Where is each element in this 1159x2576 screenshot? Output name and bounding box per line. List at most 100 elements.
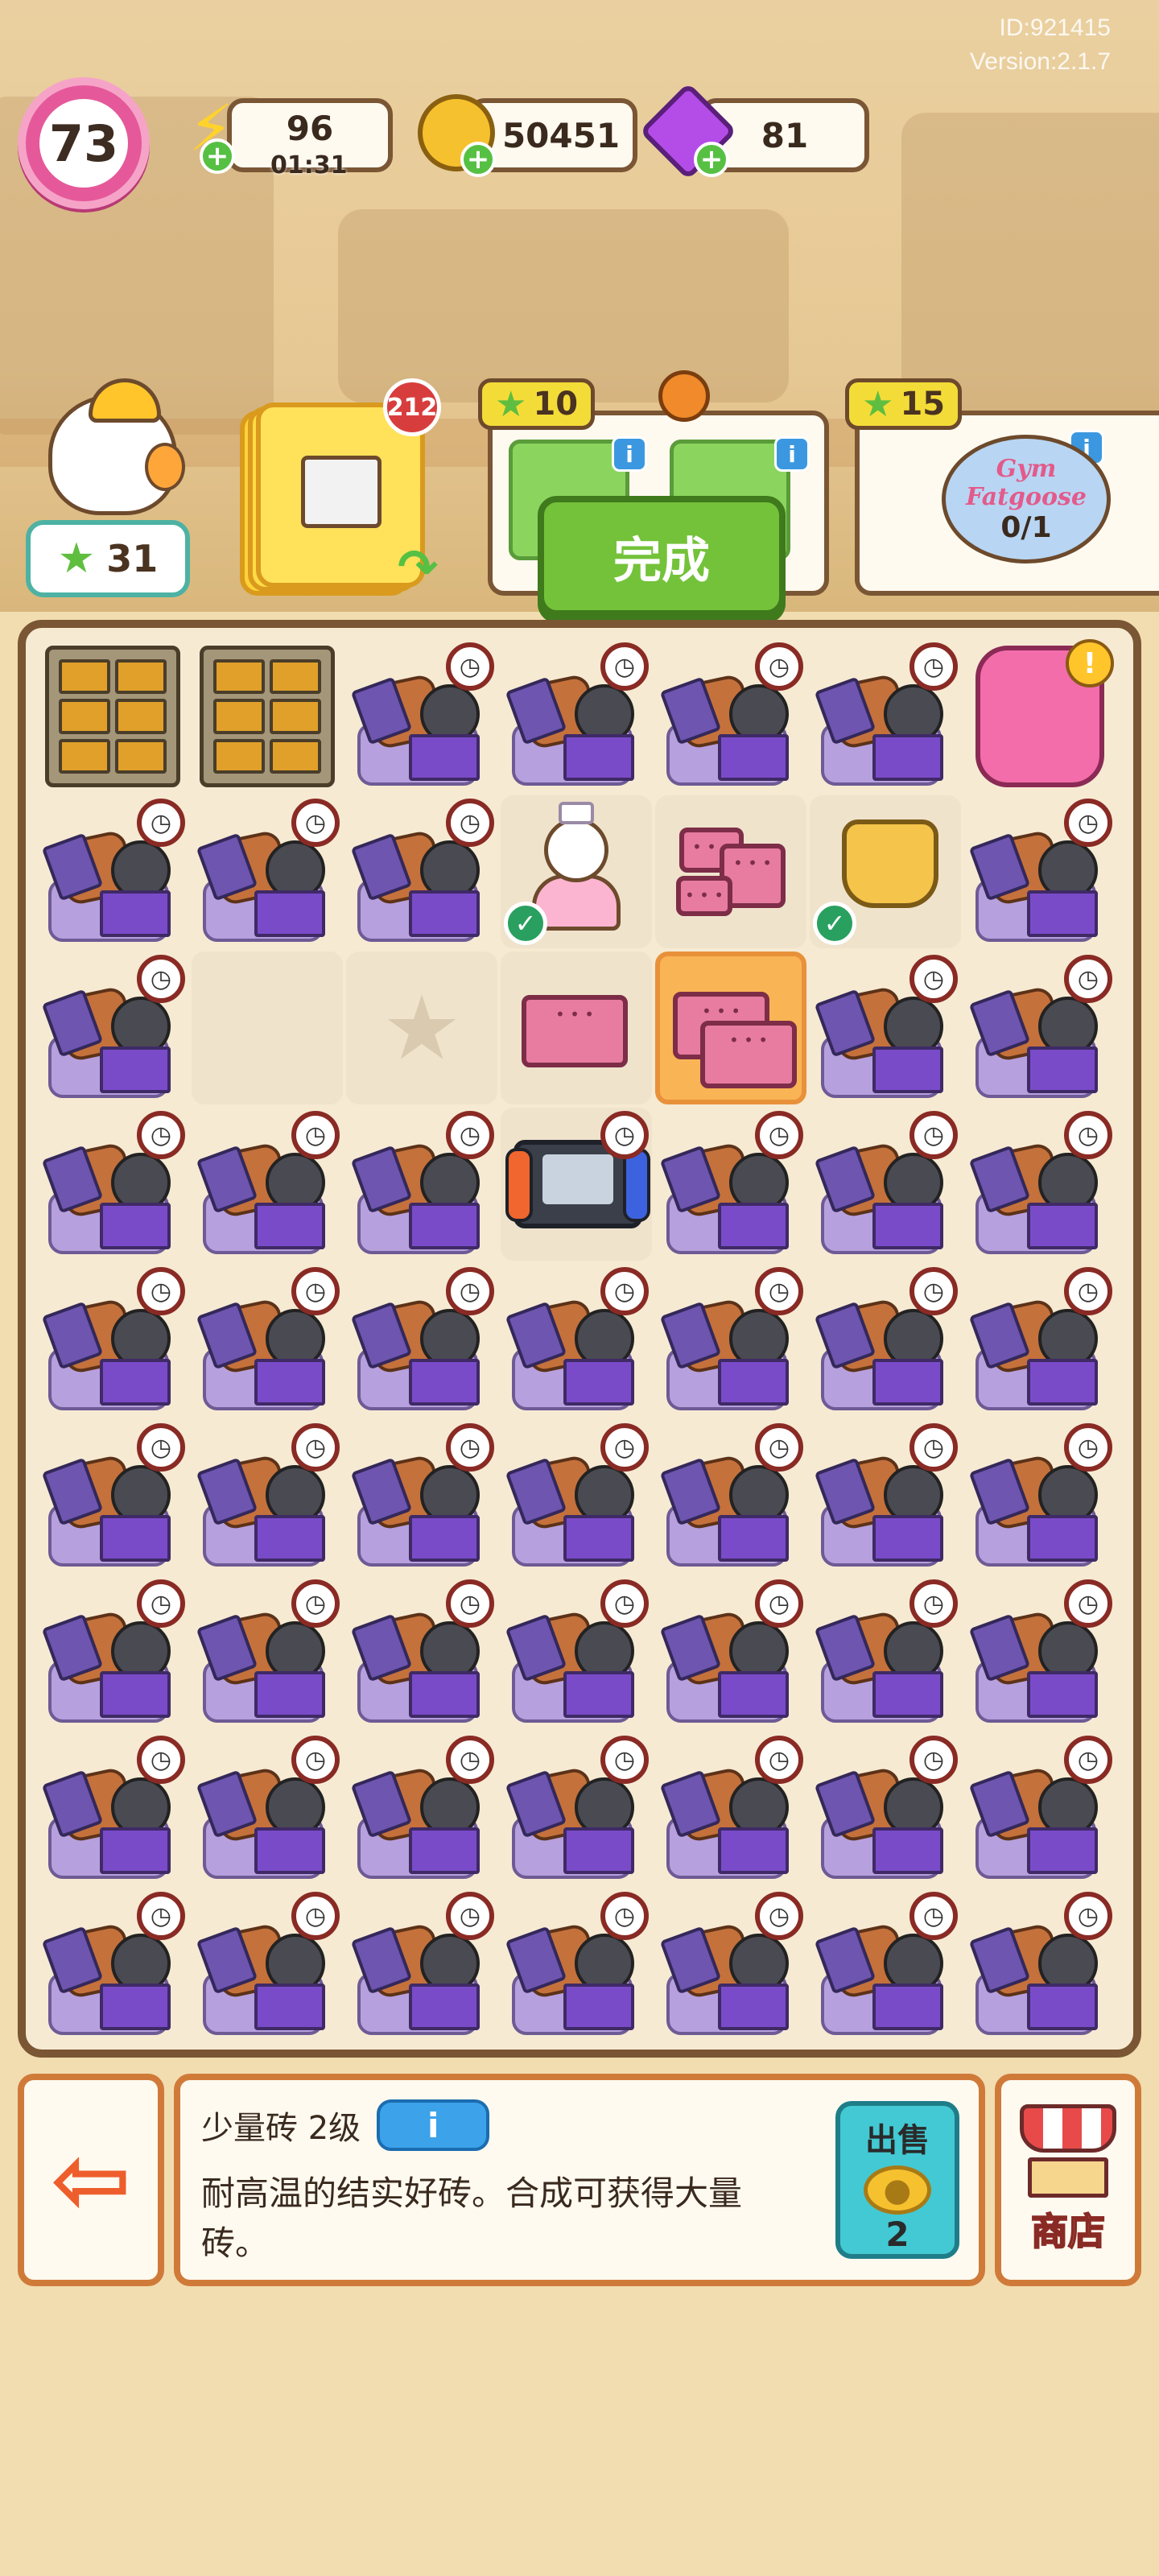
board-cell-bundle[interactable]: ◷: [655, 1108, 806, 1261]
board-cell-bundle[interactable]: ◷: [810, 1889, 961, 2041]
board-cell-bundle[interactable]: ◷: [964, 1108, 1116, 1261]
sell-button[interactable]: 出售 ● 2: [835, 2101, 959, 2259]
bundle-box: [254, 1827, 325, 1874]
board-cell-bundle[interactable]: ◷: [37, 795, 188, 948]
board-cell-bundle[interactable]: ◷: [655, 1889, 806, 2041]
bundle-box: [254, 1359, 325, 1406]
bundle-box: [409, 1515, 480, 1562]
board-cell-backpack[interactable]: !: [964, 639, 1116, 792]
board-cell-bricks-selected[interactable]: [655, 952, 806, 1104]
board-cell-bundle[interactable]: ◷: [810, 1732, 961, 1885]
energy-value: 96: [286, 108, 334, 148]
board-cell-bundle[interactable]: ◷: [192, 795, 343, 948]
bundle-box: [1027, 1203, 1098, 1249]
item-info-panel: 少量砖 2级 i 耐高温的结实好砖。合成可获得大量砖。 出售 ● 2: [174, 2074, 985, 2286]
player-avatar[interactable]: [40, 378, 185, 523]
board-cell-bundle[interactable]: ◷: [346, 1264, 497, 1417]
bundle-box: [872, 1984, 943, 2030]
board-cell-bundle[interactable]: ◷: [964, 1732, 1116, 1885]
board-cell-bundle[interactable]: ◷: [192, 1889, 343, 2041]
clock-icon: ◷: [909, 1892, 958, 1940]
clock-icon: ◷: [1064, 1111, 1112, 1159]
info-icon[interactable]: i: [612, 436, 647, 472]
board-cell-bundle[interactable]: ◷: [964, 1889, 1116, 2041]
board-cell-locker[interactable]: [37, 639, 188, 792]
board-cell-bundle[interactable]: ◷: [964, 1420, 1116, 1573]
board-cell-bundle[interactable]: ◷: [655, 639, 806, 792]
gym-order[interactable]: Gym Fatgoose 0/1: [942, 419, 1119, 572]
order-2-reward-value: 15: [900, 386, 946, 423]
board-cell-console[interactable]: ◷: [501, 1108, 652, 1261]
board-cell-bundle[interactable]: ◷: [810, 1420, 961, 1573]
bundle-box: [1027, 1671, 1098, 1718]
board-cell-bundle[interactable]: ◷: [37, 1732, 188, 1885]
board-cell-bricks2[interactable]: [655, 795, 806, 948]
board-cell-princess[interactable]: ✓: [501, 795, 652, 948]
board-cell-bundle[interactable]: ◷: [501, 639, 652, 792]
board-cell-bundle[interactable]: ◷: [37, 952, 188, 1104]
board-cell-empty[interactable]: [192, 952, 343, 1104]
board-cell-bundle[interactable]: ◷: [655, 1576, 806, 1729]
board-cell-bundle[interactable]: ◷: [501, 1889, 652, 2041]
add-gems-button[interactable]: +: [694, 142, 729, 177]
board-cell-bundle[interactable]: ◷: [192, 1108, 343, 1261]
board-cell-bundle[interactable]: ◷: [192, 1576, 343, 1729]
clock-icon: ◷: [600, 1579, 649, 1628]
board-cell-bundle[interactable]: ◷: [810, 1576, 961, 1729]
board-cell-crown[interactable]: ✓: [810, 795, 961, 948]
exit-button[interactable]: ⇦: [18, 2074, 164, 2286]
board-cell-bundle[interactable]: ◷: [37, 1420, 188, 1573]
board-cell-bundle[interactable]: ◷: [964, 795, 1116, 948]
board-cell-bundle[interactable]: ◷: [501, 1732, 652, 1885]
board-cell-bundle[interactable]: ◷: [192, 1732, 343, 1885]
bundle-box: [100, 1203, 171, 1249]
board-cell-star[interactable]: ★: [346, 952, 497, 1104]
board-cell-bundle[interactable]: ◷: [501, 1576, 652, 1729]
board-cell-bundle[interactable]: ◷: [346, 1108, 497, 1261]
board-cell-bundle[interactable]: ◷: [346, 1889, 497, 2041]
bundle-box: [1027, 1515, 1098, 1562]
board-cell-bundle[interactable]: ◷: [810, 1108, 961, 1261]
info-icon[interactable]: i: [774, 436, 810, 472]
board-cell-bundle[interactable]: ◷: [346, 1732, 497, 1885]
add-coins-button[interactable]: +: [460, 142, 496, 177]
board-cell-bundle[interactable]: ◷: [501, 1420, 652, 1573]
level-badge[interactable]: 73: [18, 77, 150, 209]
board-cell-bundle[interactable]: ◷: [810, 952, 961, 1104]
done-button[interactable]: 完成: [538, 496, 786, 617]
board-grid: ◷ ◷ ◷ ◷ ! ◷ ◷ ◷ ✓ • • • • • • • • • ✓ ◷ …: [37, 639, 1122, 2041]
board-cell-bundle[interactable]: ◷: [964, 1264, 1116, 1417]
board-cell-bundle[interactable]: ◷: [501, 1264, 652, 1417]
clock-icon: ◷: [446, 1736, 494, 1784]
board-cell-brick1[interactable]: [501, 952, 652, 1104]
sell-price: 2: [885, 2215, 909, 2254]
board-cell-locker[interactable]: [192, 639, 343, 792]
board-cell-bundle[interactable]: ◷: [346, 1576, 497, 1729]
board-cell-bundle[interactable]: ◷: [37, 1264, 188, 1417]
clock-icon: ◷: [137, 799, 185, 847]
board-cell-bundle[interactable]: ◷: [655, 1264, 806, 1417]
board-cell-bundle[interactable]: ◷: [346, 795, 497, 948]
board-cell-bundle[interactable]: ◷: [810, 1264, 961, 1417]
board-cell-bundle[interactable]: ◷: [655, 1420, 806, 1573]
item-info-button[interactable]: i: [377, 2099, 490, 2151]
board-cell-bundle[interactable]: ◷: [346, 639, 497, 792]
bundle-box: [409, 734, 480, 781]
board-cell-bundle[interactable]: ◷: [192, 1420, 343, 1573]
board-cell-bundle[interactable]: ◷: [655, 1732, 806, 1885]
clock-icon: ◷: [600, 1423, 649, 1472]
clock-icon: ◷: [1064, 1736, 1112, 1784]
player-stars[interactable]: ★ 31: [26, 520, 190, 597]
clock-icon: ◷: [755, 1736, 803, 1784]
board-cell-bundle[interactable]: ◷: [810, 639, 961, 792]
board-cell-bundle[interactable]: ◷: [37, 1576, 188, 1729]
star-placeholder-icon: ★: [382, 976, 462, 1080]
shop-button[interactable]: 商店: [995, 2074, 1141, 2286]
board-cell-bundle[interactable]: ◷: [964, 952, 1116, 1104]
add-energy-button[interactable]: +: [200, 138, 235, 174]
board-cell-bundle[interactable]: ◷: [37, 1108, 188, 1261]
board-cell-bundle[interactable]: ◷: [346, 1420, 497, 1573]
board-cell-bundle[interactable]: ◷: [37, 1889, 188, 2041]
board-cell-bundle[interactable]: ◷: [964, 1576, 1116, 1729]
board-cell-bundle[interactable]: ◷: [192, 1264, 343, 1417]
